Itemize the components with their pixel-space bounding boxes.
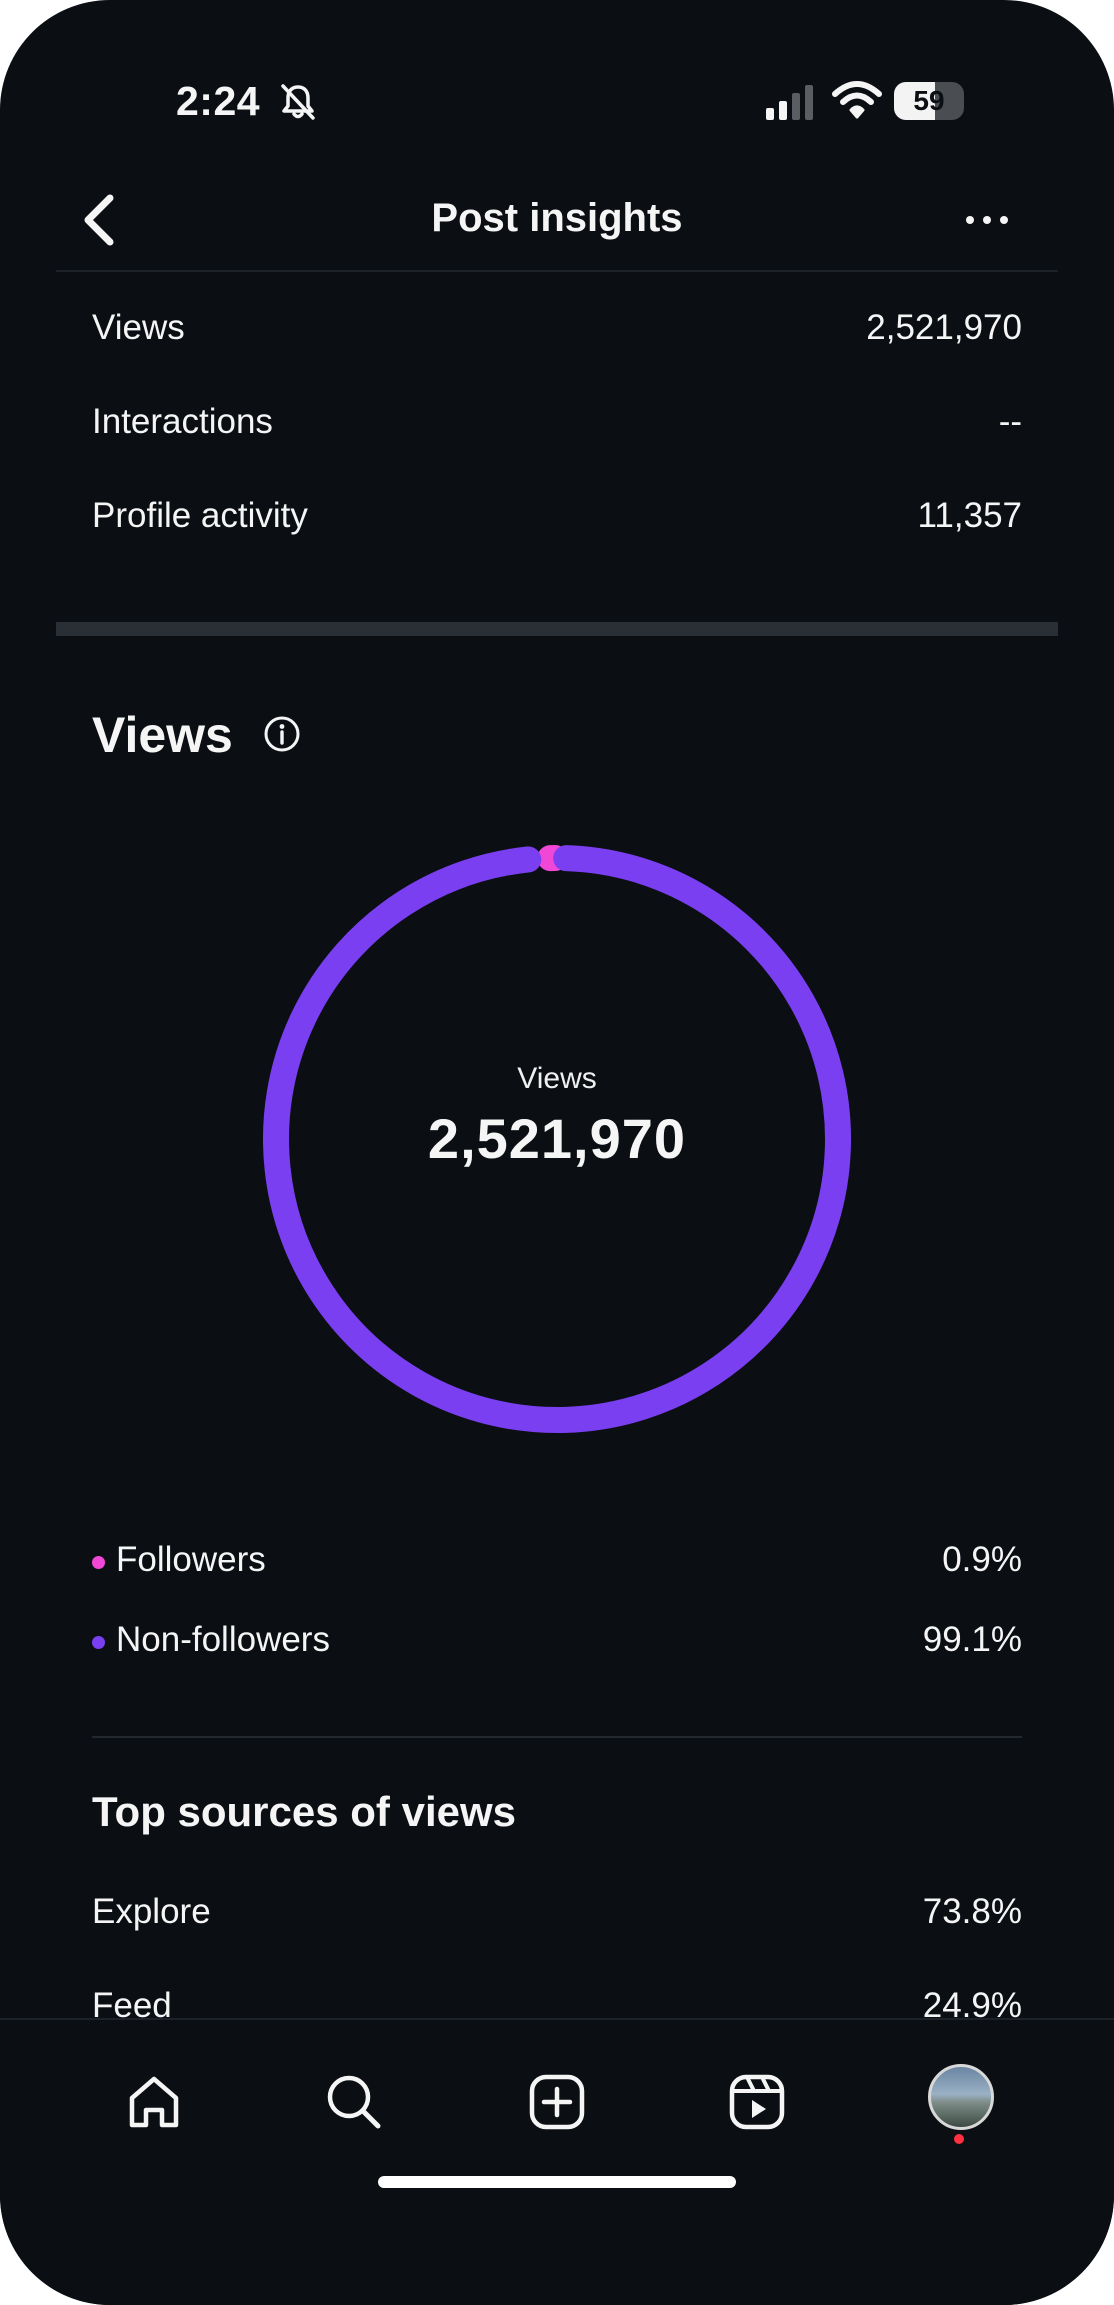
home-icon[interactable] bbox=[124, 2072, 184, 2132]
info-icon[interactable] bbox=[262, 714, 302, 754]
content-divider bbox=[92, 1736, 1022, 1738]
metric-value: 2,521,970 bbox=[866, 308, 1022, 347]
reels-icon[interactable] bbox=[727, 2072, 787, 2132]
metric-row-interactions: Interactions -- bbox=[92, 402, 1022, 452]
signal-icon bbox=[766, 85, 813, 120]
legend-value: 99.1% bbox=[922, 1620, 1022, 1659]
legend-dot-followers bbox=[92, 1556, 105, 1569]
metric-value: 11,357 bbox=[917, 496, 1022, 535]
metric-label: Profile activity bbox=[92, 496, 308, 535]
metric-value: -- bbox=[998, 402, 1022, 441]
legend-value: 0.9% bbox=[942, 1540, 1022, 1579]
metric-label: Views bbox=[92, 308, 185, 347]
search-icon[interactable] bbox=[324, 2072, 384, 2132]
legend-dot-non-followers bbox=[92, 1636, 105, 1649]
phone-screen: 2:24 59 Post insights Views 2,521,970 In… bbox=[0, 0, 1114, 2305]
source-row-explore: Explore 73.8% bbox=[92, 1892, 1022, 1942]
metric-label: Interactions bbox=[92, 402, 273, 441]
bell-muted-icon bbox=[281, 84, 315, 120]
battery-indicator: 59 bbox=[894, 82, 964, 120]
metric-row-profile-activity: Profile activity 11,357 bbox=[92, 496, 1022, 546]
wifi-icon bbox=[832, 81, 882, 119]
legend-row-followers: Followers 0.9% bbox=[92, 1540, 1022, 1588]
page-title: Post insights bbox=[431, 196, 683, 240]
home-indicator[interactable] bbox=[378, 2176, 736, 2188]
legend-label: Followers bbox=[116, 1540, 266, 1579]
status-time: 2:24 bbox=[176, 78, 261, 124]
legend-row-non-followers: Non-followers 99.1% bbox=[92, 1620, 1022, 1668]
battery-text: 59 bbox=[913, 85, 945, 116]
top-sources-title: Top sources of views bbox=[92, 1788, 516, 1835]
metric-row-views: Views 2,521,970 bbox=[92, 308, 1022, 358]
donut-center-value: 2,521,970 bbox=[427, 1107, 687, 1170]
notification-dot bbox=[954, 2134, 964, 2144]
create-icon[interactable] bbox=[527, 2072, 587, 2132]
header-divider bbox=[56, 270, 1058, 272]
bottom-tab-bar bbox=[0, 2018, 1114, 2305]
source-value: 73.8% bbox=[922, 1892, 1022, 1931]
source-label: Explore bbox=[92, 1892, 211, 1931]
donut-center-label: Views bbox=[517, 1062, 597, 1095]
profile-avatar[interactable] bbox=[928, 2064, 994, 2130]
more-options-icon[interactable] bbox=[960, 200, 1014, 240]
section-divider bbox=[56, 622, 1058, 636]
views-section-title: Views bbox=[92, 707, 233, 763]
legend-label: Non-followers bbox=[116, 1620, 330, 1659]
